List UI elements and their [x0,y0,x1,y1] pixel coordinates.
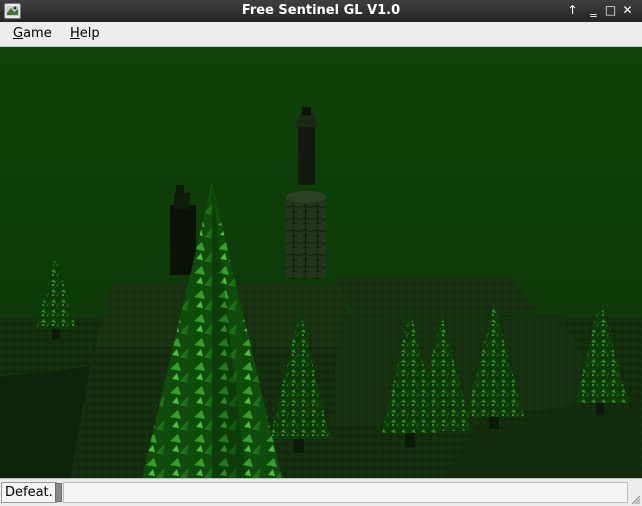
menu-game[interactable]: Game [11,26,54,41]
arrow-up-icon[interactable]: ↑ [565,3,580,18]
resize-grip-icon[interactable] [629,493,641,505]
menu-game-label: ame [23,26,52,41]
menu-game-mnemonic: G [13,26,24,41]
maximize-icon[interactable]: □ [603,3,618,18]
app-window: Free Sentinel GL V1.0 ↑ ‗ □ ✕ Game Help [0,0,642,506]
status-message: Defeat. [1,482,57,503]
menu-help-mnemonic: H [70,26,80,41]
window-title: Free Sentinel GL V1.0 [241,3,401,18]
status-bar: Defeat. [0,478,642,506]
status-field [63,482,628,503]
title-bar[interactable]: Free Sentinel GL V1.0 ↑ ‗ □ ✕ [0,0,642,22]
status-separator [55,483,62,502]
menu-help[interactable]: Help [68,26,102,41]
game-viewport[interactable] [0,47,642,478]
close-icon[interactable]: ✕ [620,3,635,18]
menu-bar: Game Help [0,22,642,47]
menu-help-label: elp [79,26,100,41]
minimize-icon[interactable]: ‗ [586,3,601,18]
